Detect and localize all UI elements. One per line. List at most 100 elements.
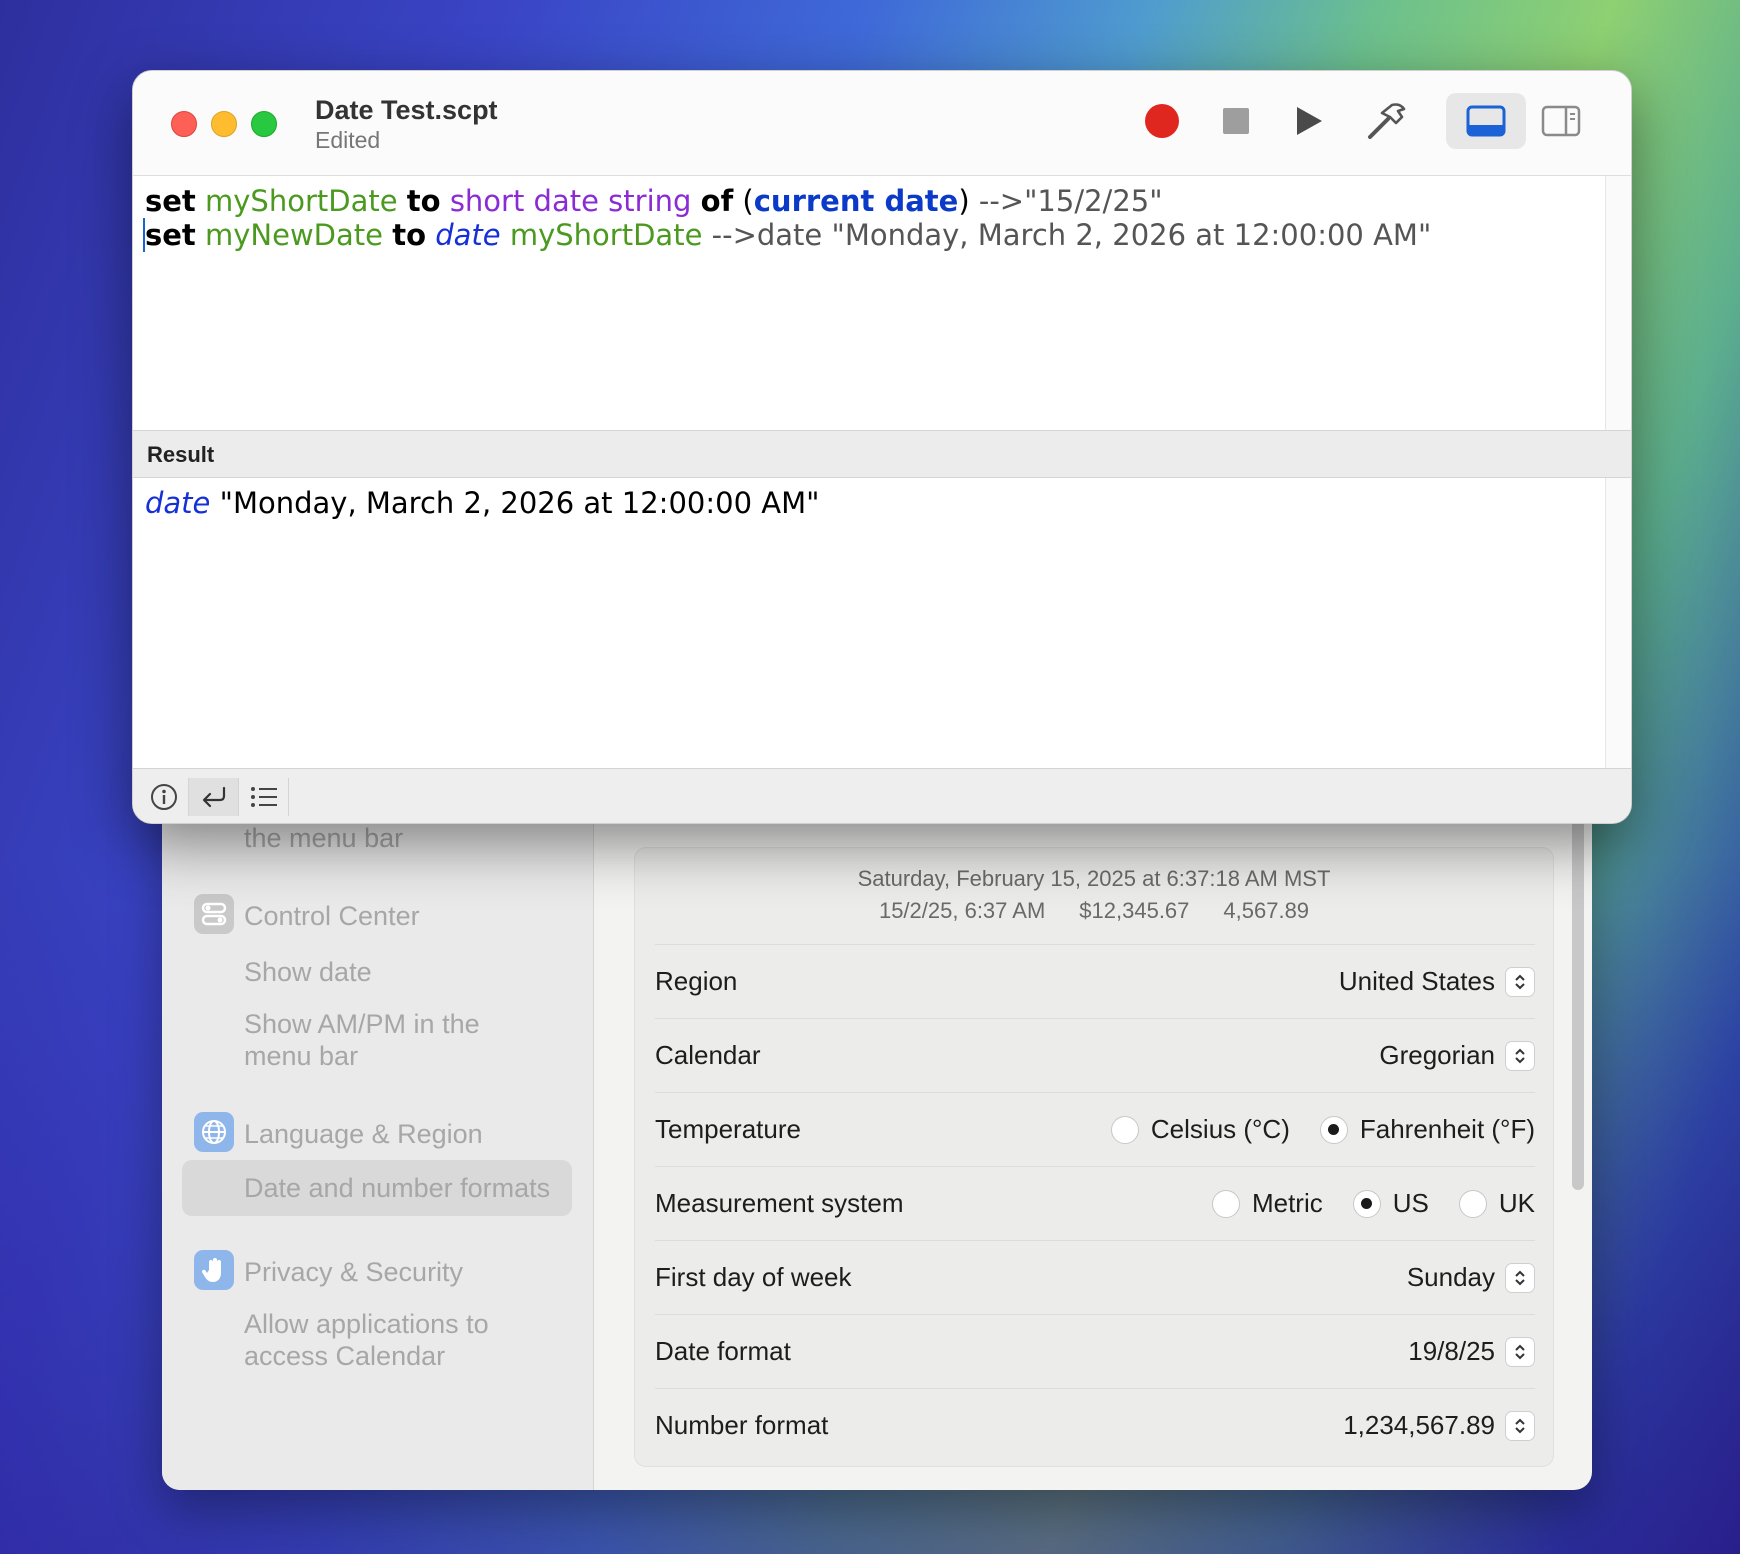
calendar-label: Calendar: [655, 1040, 761, 1070]
comment-2: -->date "Monday, March 2, 2026 at 12:00:…: [711, 218, 1432, 252]
measurement-label: Measurement system: [655, 1188, 904, 1218]
document-title: Date Test.scpt: [315, 95, 498, 125]
measurement-options: Metric US UK: [1211, 1188, 1535, 1219]
first-day-value: Sunday: [1406, 1262, 1495, 1292]
sidebar-item-show-ampm-line1: Show AM/PM in the: [244, 1009, 480, 1039]
comment-1: -->"15/2/25": [978, 184, 1163, 218]
celsius-label: Celsius (°C): [1150, 1114, 1290, 1144]
sidebar-item-menu-bar-partial[interactable]: the menu bar: [244, 822, 403, 854]
uk-option[interactable]: UK: [1458, 1188, 1535, 1219]
updown-chevron-icon: [1505, 966, 1535, 997]
minimize-button[interactable]: [211, 111, 237, 137]
calendar-row: Calendar Gregorian: [655, 1018, 1535, 1092]
sidebar-item-control-center[interactable]: Control Center: [244, 900, 420, 932]
list-button[interactable]: [239, 778, 289, 816]
settings-scrollbar[interactable]: [1572, 760, 1584, 1190]
format-preview-short: 15/2/25, 6:37 AM $12,345.67 4,567.89: [635, 898, 1553, 924]
kw-of: of: [700, 184, 734, 218]
updown-chevron-icon: [1505, 1336, 1535, 1367]
preview-short-date: 15/2/25, 6:37 AM: [878, 898, 1046, 923]
run-button[interactable]: [1276, 93, 1342, 149]
sidebar-item-allow-apps-line2: access Calendar: [244, 1341, 446, 1371]
show-result-toggle[interactable]: [1446, 93, 1526, 149]
uk-label: UK: [1498, 1188, 1535, 1218]
updown-chevron-icon: [1505, 1410, 1535, 1441]
sidebar-item-show-date[interactable]: Show date: [244, 956, 372, 988]
date-format-label: Date format: [655, 1336, 791, 1366]
calendar-value: Gregorian: [1379, 1040, 1495, 1070]
bottom-panel-icon: [1466, 105, 1506, 137]
sidebar-item-show-ampm-line2: menu bar: [244, 1041, 359, 1071]
temperature-options: Celsius (°C) Fahrenheit (°F): [1110, 1114, 1535, 1145]
globe-icon: [194, 1112, 234, 1152]
sidebar-item-language-region[interactable]: Language & Region: [244, 1118, 483, 1150]
region-popup[interactable]: United States: [1339, 966, 1535, 997]
format-preview-long: Saturday, February 15, 2025 at 6:37:18 A…: [857, 866, 1331, 891]
stop-button[interactable]: [1203, 93, 1269, 149]
uk-radio[interactable]: [1458, 1189, 1487, 1218]
celsius-radio[interactable]: [1110, 1115, 1139, 1144]
compile-button[interactable]: [1353, 93, 1419, 149]
fahrenheit-label: Fahrenheit (°F): [1359, 1114, 1535, 1144]
result-header: Result: [133, 430, 1631, 478]
sidebar-item-allow-apps[interactable]: Allow applications to access Calendar: [244, 1308, 489, 1372]
date-format-popup[interactable]: 19/8/25: [1408, 1336, 1535, 1367]
us-label: US: [1392, 1188, 1429, 1218]
first-day-row: First day of week Sunday: [655, 1240, 1535, 1314]
hand-icon: [194, 1250, 234, 1290]
record-button[interactable]: [1129, 93, 1195, 149]
document-status: Edited: [315, 127, 381, 153]
cmd-current-date: current date: [753, 184, 959, 218]
updown-chevron-icon: [1505, 1040, 1535, 1071]
region-value: United States: [1338, 966, 1495, 996]
us-option[interactable]: US: [1352, 1188, 1429, 1219]
editor-bottom-bar: [133, 768, 1631, 823]
updown-chevron-icon: [1505, 1262, 1535, 1293]
sidebar-item-show-ampm[interactable]: Show AM/PM in the menu bar: [244, 1008, 480, 1072]
kw-to: to: [392, 218, 427, 252]
sidebar-item-date-number-formats[interactable]: Date and number formats: [244, 1172, 550, 1204]
show-sidebar-toggle[interactable]: [1528, 93, 1594, 149]
editor-scrollbar[interactable]: [1605, 176, 1631, 816]
result-class-date: date: [145, 486, 211, 520]
control-center-icon: [194, 894, 234, 934]
script-editor-window: Date Test.scpt Edited set myShortDate to…: [132, 70, 1632, 824]
sidebar-icon: [1541, 105, 1581, 137]
number-format-value: 1,234,567.89: [1343, 1410, 1495, 1440]
metric-option[interactable]: Metric: [1211, 1188, 1323, 1219]
number-format-popup[interactable]: 1,234,567.89: [1343, 1410, 1535, 1441]
kw-set: set: [145, 184, 196, 218]
zoom-button[interactable]: [251, 111, 277, 137]
result-value: "Monday, March 2, 2026 at 12:00:00 AM": [219, 486, 820, 520]
first-day-label: First day of week: [655, 1262, 852, 1292]
number-format-row: Number format 1,234,567.89: [655, 1388, 1535, 1462]
cmd-short-date-string: short date string: [449, 184, 692, 218]
celsius-option[interactable]: Celsius (°C): [1110, 1114, 1290, 1145]
var-myshortdate: myShortDate: [205, 184, 398, 218]
preview-number: 4,567.89: [1223, 898, 1310, 923]
kw-set: set: [145, 218, 196, 252]
close-button[interactable]: [171, 111, 197, 137]
list-icon: [250, 787, 277, 807]
return-button[interactable]: [189, 778, 239, 816]
info-icon: [150, 784, 177, 810]
first-day-popup[interactable]: Sunday: [1407, 1262, 1535, 1293]
fahrenheit-option[interactable]: Fahrenheit (°F): [1319, 1114, 1535, 1145]
var-mynewdate: myNewDate: [205, 218, 383, 252]
script-text-area[interactable]: set myShortDate to short date string of …: [133, 176, 1605, 430]
formats-panel: Saturday, February 15, 2025 at 6:37:18 A…: [634, 847, 1554, 1467]
record-icon: [1145, 104, 1179, 138]
calendar-popup[interactable]: Gregorian: [1379, 1040, 1535, 1071]
script-line-1: set myShortDate to short date string of …: [145, 184, 1593, 218]
sidebar-item-privacy-security[interactable]: Privacy & Security: [244, 1256, 463, 1288]
metric-radio[interactable]: [1211, 1189, 1240, 1218]
info-button[interactable]: [139, 778, 189, 816]
result-text-area[interactable]: date "Monday, March 2, 2026 at 12:00:00 …: [133, 478, 1605, 768]
return-icon: [202, 786, 225, 808]
paren-close: ): [958, 184, 970, 218]
paren-open: (: [742, 184, 754, 218]
stop-icon: [1223, 108, 1249, 134]
us-radio[interactable]: [1352, 1189, 1381, 1218]
fahrenheit-radio[interactable]: [1319, 1115, 1348, 1144]
region-row: Region United States: [655, 944, 1535, 1018]
